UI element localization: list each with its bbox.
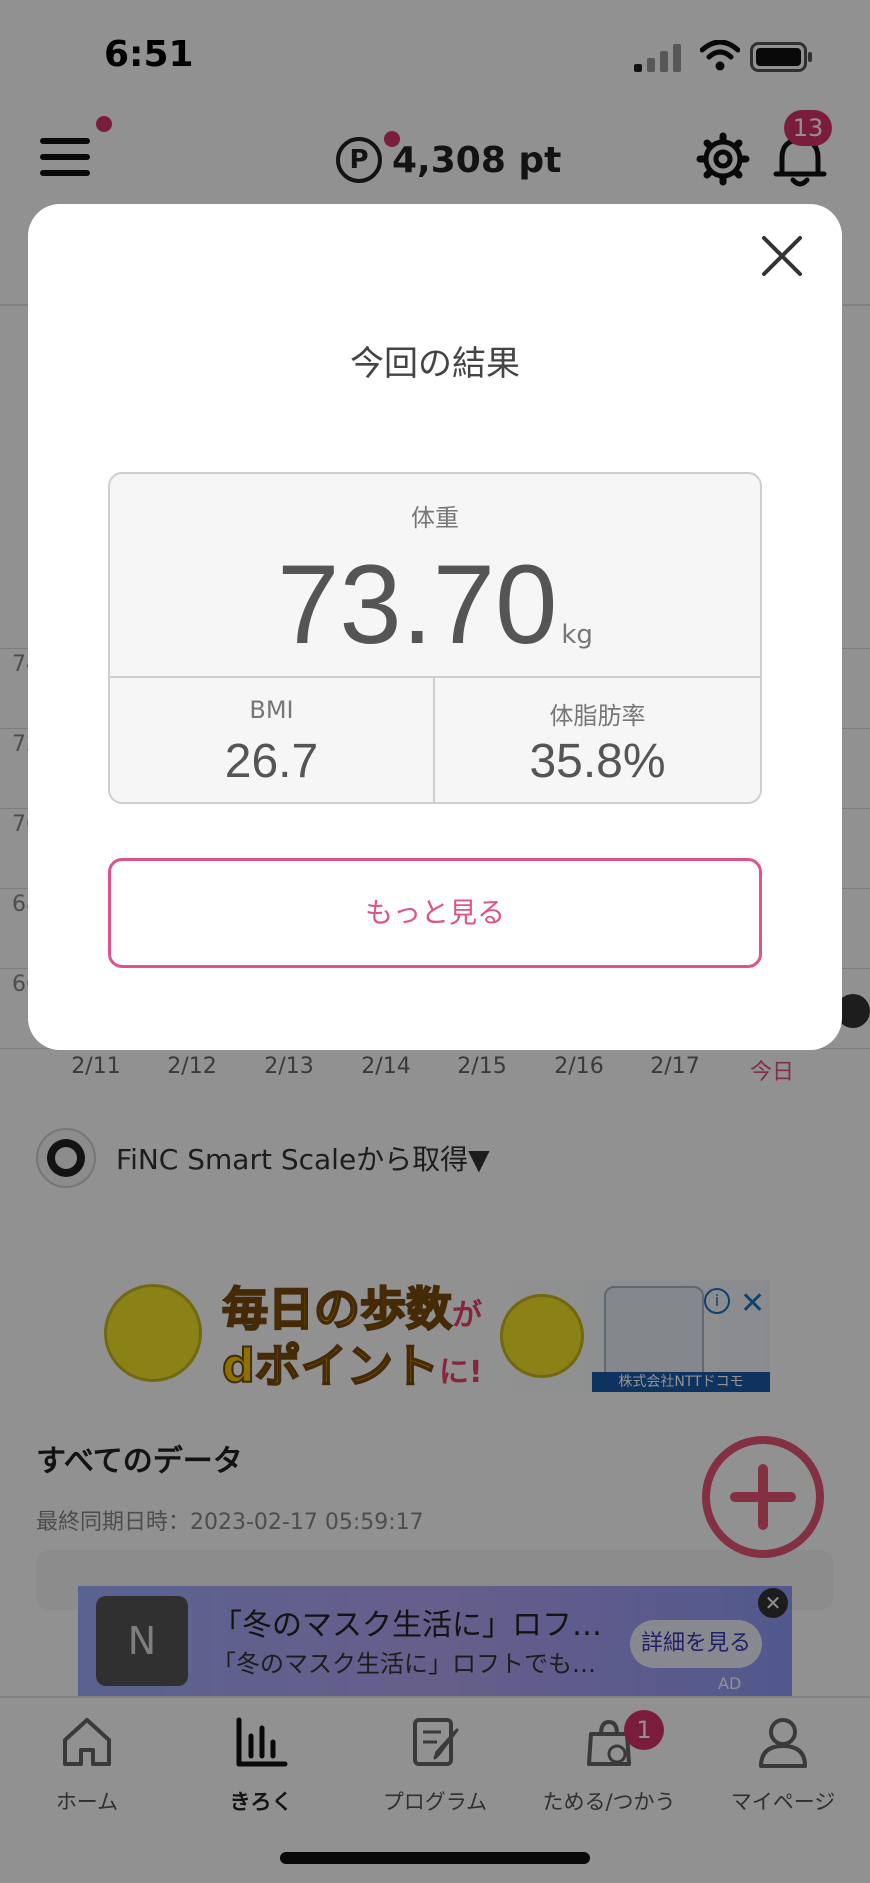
more-button[interactable]: もっと見る bbox=[108, 858, 762, 968]
bmi-value: 26.7 bbox=[224, 735, 319, 788]
weight-value: 73.70 bbox=[277, 542, 558, 667]
body-fat-cell: 体脂肪率 35.8% bbox=[435, 678, 760, 802]
body-fat-label: 体脂肪率 bbox=[549, 702, 646, 730]
modal-title: 今回の結果 bbox=[350, 344, 520, 384]
body-fat-value: 35.8% bbox=[529, 735, 666, 788]
result-box: 体重 73.70 kg BMI 26.7 体脂肪率 35.8% bbox=[108, 472, 762, 804]
close-icon[interactable] bbox=[754, 228, 810, 284]
weight-unit: kg bbox=[561, 620, 593, 650]
bmi-label: BMI bbox=[249, 696, 294, 724]
bmi-cell: BMI 26.7 bbox=[110, 678, 435, 802]
weight-label: 体重 bbox=[411, 504, 459, 532]
result-modal: 今回の結果 体重 73.70 kg BMI 26.7 体脂肪率 35.8% もっと… bbox=[28, 204, 842, 1050]
weight-value-wrap: 73.70 kg bbox=[110, 540, 760, 669]
weight-section: 体重 73.70 kg bbox=[110, 474, 760, 678]
